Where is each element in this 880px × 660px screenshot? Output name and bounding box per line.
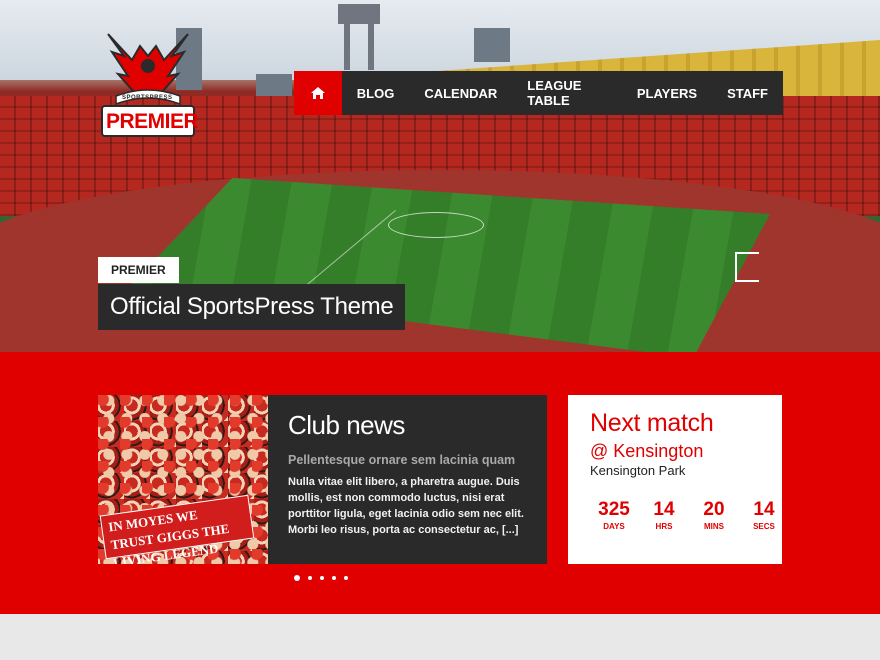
nav-item-calendar[interactable]: CALENDAR [409,86,512,101]
slider-dots [294,575,348,581]
nav-item-staff[interactable]: STAFF [712,86,783,101]
city-building [474,28,510,62]
slider-dot[interactable] [332,576,336,580]
countdown-value: 14 [753,499,775,520]
news-photo[interactable]: IN MOYES WE TRUST GIGGS THE LIVING LEGEN… [98,395,268,564]
news-title[interactable]: Club news [288,405,533,445]
goal-net [735,252,759,282]
main-navigation: BLOG CALENDAR LEAGUE TABLE PLAYERS STAFF [294,71,783,115]
slider-dot[interactable] [344,576,348,580]
countdown-value: 325 [598,499,630,520]
hero-title[interactable]: Official SportsPress Theme [98,284,406,330]
next-match-widget: Next match @ Kensington Kensington Park … [568,395,782,564]
next-match-venue: Kensington Park [590,463,686,478]
next-match-title: Next match [590,409,714,437]
nav-home-button[interactable] [294,71,342,115]
countdown-label: MINS [704,522,724,531]
next-match-opponent[interactable]: @ Kensington [590,440,703,462]
logo-wordmark: PREMIER [106,110,199,133]
news-slide: IN MOYES WE TRUST GIGGS THE LIVING LEGEN… [98,395,547,564]
countdown-label: HRS [655,522,673,531]
countdown-label: SECS [753,522,775,531]
slider-dot[interactable] [308,576,312,580]
slider-dot[interactable] [320,576,324,580]
countdown-value: 14 [653,499,675,520]
countdown-value: 20 [703,499,725,520]
nav-item-players[interactable]: PLAYERS [622,86,712,101]
hero-tag[interactable]: PREMIER [98,257,179,283]
news-body: Club news Pellentesque ornare sem lacini… [288,405,533,538]
countdown-days: 325 DAYS [596,499,632,533]
news-subtitle[interactable]: Pellentesque ornare sem lacinia quam [288,453,533,467]
home-icon [310,87,325,99]
nav-item-blog[interactable]: BLOG [342,86,410,101]
countdown-seconds: 14 SECS [746,499,782,533]
logo-tagline: SPORTSPRESS [122,95,173,101]
fan-banner: IN MOYES WE TRUST GIGGS THE LIVING LEGEN… [99,494,255,564]
nav-item-league-table[interactable]: LEAGUE TABLE [512,78,622,108]
countdown-hours: 14 HRS [646,499,682,533]
nav-items: BLOG CALENDAR LEAGUE TABLE PLAYERS STAFF [342,78,783,108]
slider-dot[interactable] [294,575,300,581]
floodlight-tower [338,4,380,70]
countdown-minutes: 20 MINS [696,499,732,533]
countdown: 325 DAYS 14 HRS 20 MINS 14 SECS [596,499,782,533]
pitch-center-circle [388,212,484,238]
site-logo[interactable]: SPORTSPRESS PREMIER [98,26,199,146]
city-building [256,74,292,96]
countdown-label: DAYS [603,522,625,531]
news-excerpt: Nulla vitae elit libero, a pharetra augu… [288,476,524,536]
